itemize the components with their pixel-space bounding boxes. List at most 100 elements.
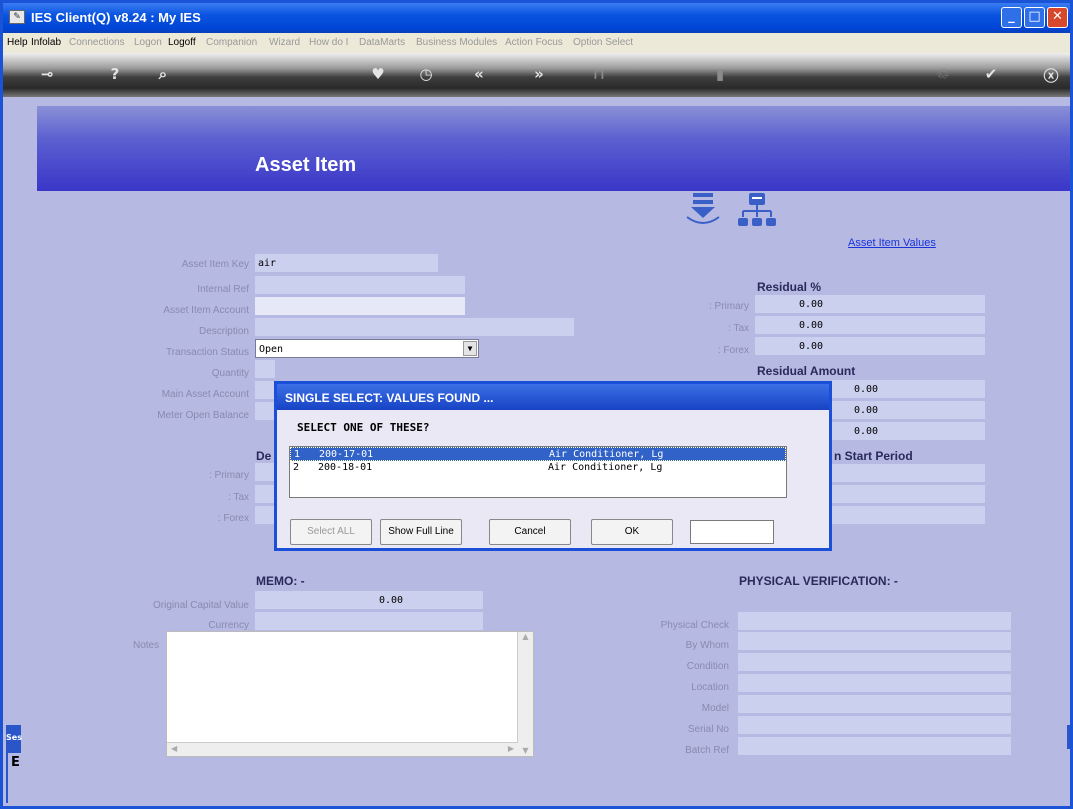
model-field[interactable] bbox=[738, 695, 1011, 714]
download-icon[interactable] bbox=[683, 191, 725, 231]
scroll-up-icon[interactable]: ▲ bbox=[518, 632, 533, 641]
serial-no-field[interactable] bbox=[738, 716, 1011, 735]
hierarchy-icon[interactable] bbox=[735, 191, 779, 231]
residual-amount-heading: Residual Amount bbox=[757, 364, 856, 378]
session-e-label: E bbox=[11, 755, 20, 770]
currency-field[interactable] bbox=[255, 612, 483, 631]
dep-primary-field[interactable] bbox=[255, 463, 275, 482]
menu-infolab[interactable]: Infolab bbox=[31, 37, 61, 48]
back-icon[interactable]: « bbox=[467, 65, 491, 83]
residual-amt-tax-field[interactable]: 0.00 bbox=[832, 401, 985, 420]
dep-tax-field[interactable] bbox=[255, 485, 275, 504]
original-capital-field[interactable]: 0.00 bbox=[255, 591, 483, 610]
quantity-label: Quantity bbox=[211, 368, 249, 379]
close-window-button[interactable]: ✕ bbox=[1047, 7, 1068, 28]
list-item[interactable]: 1 200-17-01 Air Conditioner, Lg bbox=[290, 447, 786, 461]
menu-connections[interactable]: Connections bbox=[69, 37, 125, 48]
by-whom-label: By Whom bbox=[685, 640, 729, 651]
cancel-button[interactable]: Cancel bbox=[489, 519, 571, 545]
menu-option-select[interactable]: Option Select bbox=[573, 37, 633, 48]
dep-forex-label: : Forex bbox=[217, 513, 249, 524]
location-label: Location bbox=[691, 682, 729, 693]
transaction-status-select[interactable]: Open ▼ bbox=[255, 339, 479, 358]
page-title: Asset Item bbox=[255, 154, 357, 176]
residual-pct-primary-field[interactable]: 0.00 bbox=[755, 295, 985, 314]
start-period-forex-field[interactable] bbox=[832, 506, 985, 525]
menu-companion[interactable]: Companion bbox=[206, 37, 257, 48]
scroll-right-icon[interactable]: ▶ bbox=[508, 744, 514, 753]
internal-ref-field[interactable] bbox=[255, 276, 465, 295]
menu-help[interactable]: Help bbox=[7, 37, 28, 48]
dep-forex-field[interactable] bbox=[255, 506, 275, 525]
dialog-input[interactable] bbox=[690, 520, 774, 544]
menu-business-modules[interactable]: Business Modules bbox=[416, 37, 497, 48]
notes-horizontal-scrollbar[interactable]: ◀ ▶ bbox=[167, 742, 518, 756]
list-item-code: 200-17-01 bbox=[319, 449, 374, 460]
chevron-down-icon[interactable]: ▼ bbox=[463, 341, 477, 356]
select-all-button[interactable]: Select ALL bbox=[290, 519, 372, 545]
condition-field[interactable] bbox=[738, 653, 1011, 672]
menu-wizard[interactable]: Wizard bbox=[269, 37, 300, 48]
location-field[interactable] bbox=[738, 674, 1011, 693]
memo-heading: MEMO: - bbox=[256, 574, 305, 588]
tree-icon[interactable]: ⊓ bbox=[587, 65, 611, 83]
main-asset-account-field[interactable] bbox=[255, 381, 275, 400]
window-title: IES Client(Q) v8.24 : My IES bbox=[31, 10, 201, 25]
residual-amt-forex-field[interactable]: 0.00 bbox=[832, 422, 985, 441]
physical-check-field[interactable] bbox=[738, 612, 1011, 631]
ok-button[interactable]: OK bbox=[591, 519, 673, 545]
search-icon[interactable]: ⌕ bbox=[151, 65, 175, 83]
serial-no-label: Serial No bbox=[687, 724, 729, 735]
batch-ref-field[interactable] bbox=[738, 737, 1011, 756]
list-item-description: Air Conditioner, Lg bbox=[548, 462, 663, 473]
minimize-button[interactable]: _ bbox=[1001, 7, 1022, 28]
heart-icon[interactable]: ♥ bbox=[366, 65, 390, 83]
residual-pct-tax-field[interactable]: 0.00 bbox=[755, 316, 985, 335]
by-whom-field[interactable] bbox=[738, 632, 1011, 651]
asset-item-key-field[interactable]: air bbox=[255, 254, 438, 273]
show-full-line-button[interactable]: Show Full Line bbox=[380, 519, 462, 545]
dep-primary-label: : Primary bbox=[209, 470, 249, 481]
model-label: Model bbox=[701, 703, 729, 714]
internal-ref-label: Internal Ref bbox=[197, 284, 249, 295]
meter-open-balance-label: Meter Open Balance bbox=[157, 410, 249, 421]
title-bar: ✎ IES Client(Q) v8.24 : My IES _ □ ✕ bbox=[3, 3, 1070, 33]
menu-bar: Help Infolab Connections Logon Logoff Co… bbox=[3, 33, 1070, 53]
list-item[interactable]: 2 200-18-01 Air Conditioner, Lg bbox=[290, 461, 786, 475]
page-icon[interactable]: ▮ bbox=[708, 65, 732, 83]
asset-item-account-field[interactable] bbox=[255, 297, 465, 316]
residual-pct-forex-field[interactable]: 0.00 bbox=[755, 337, 985, 356]
meter-open-balance-field[interactable] bbox=[255, 402, 275, 421]
notes-textarea[interactable]: ▲ ▼ ◀ ▶ bbox=[166, 631, 534, 757]
asset-item-values-link[interactable]: Asset Item Values bbox=[848, 237, 936, 249]
right-edge-tab[interactable] bbox=[1067, 725, 1070, 749]
quantity-field[interactable] bbox=[255, 360, 275, 379]
maximize-button[interactable]: □ bbox=[1024, 7, 1045, 28]
start-period-tax-field[interactable] bbox=[832, 485, 985, 504]
description-field[interactable] bbox=[255, 318, 574, 337]
menu-datamarts[interactable]: DataMarts bbox=[359, 37, 405, 48]
transaction-status-label: Transaction Status bbox=[165, 347, 249, 358]
help-icon[interactable]: ? bbox=[103, 65, 127, 83]
recycle-icon[interactable]: ♲ bbox=[931, 65, 955, 83]
forward-icon[interactable]: » bbox=[527, 65, 551, 83]
menu-how-do-i[interactable]: How do I bbox=[309, 37, 348, 48]
menu-logon[interactable]: Logon bbox=[134, 37, 162, 48]
scroll-down-icon[interactable]: ▼ bbox=[518, 746, 533, 755]
key-icon[interactable]: ⊸ bbox=[35, 65, 59, 83]
menu-logoff[interactable]: Logoff bbox=[168, 37, 196, 48]
page-header: Asset Item bbox=[37, 106, 1070, 191]
menu-action-focus[interactable]: Action Focus bbox=[505, 37, 563, 48]
start-period-primary-field[interactable] bbox=[832, 464, 985, 483]
values-list[interactable]: 1 200-17-01 Air Conditioner, Lg 2 200-18… bbox=[289, 446, 787, 498]
session-tab[interactable]: Ses bbox=[6, 725, 22, 753]
notes-vertical-scrollbar[interactable]: ▲ ▼ bbox=[517, 632, 533, 756]
scroll-left-icon[interactable]: ◀ bbox=[171, 744, 177, 753]
check-icon[interactable]: ✔ bbox=[979, 65, 1003, 83]
clock-icon[interactable]: ◷ bbox=[414, 65, 438, 83]
residual-amt-primary-field[interactable]: 0.00 bbox=[832, 380, 985, 399]
app-icon: ✎ bbox=[9, 10, 25, 24]
single-select-dialog: SINGLE SELECT: VALUES FOUND ... SELECT O… bbox=[274, 381, 832, 551]
list-item-code: 200-18-01 bbox=[318, 462, 373, 473]
close-icon[interactable]: ⓧ bbox=[1039, 65, 1063, 86]
